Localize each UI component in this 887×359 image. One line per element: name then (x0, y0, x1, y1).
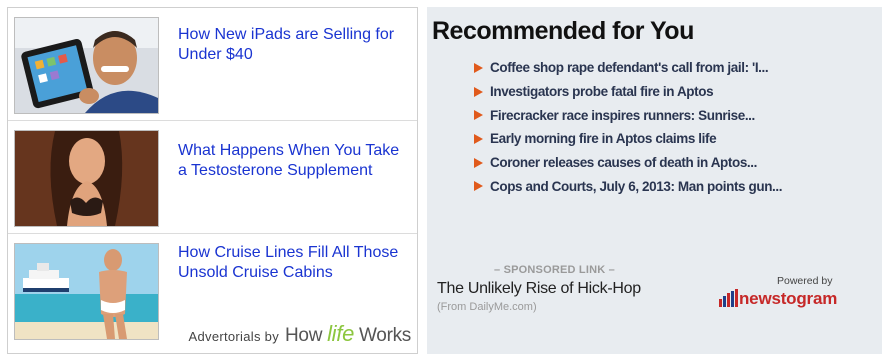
logo-text-works: Works (354, 325, 411, 346)
recommended-item[interactable]: Investigators probe fatal fire in Aptos (474, 80, 782, 104)
recommended-item[interactable]: Early morning fire in Aptos claims life (474, 127, 782, 151)
recommended-link[interactable]: Early morning fire in Aptos claims life (490, 131, 717, 146)
recommended-list: Coffee shop rape defendant's call from j… (474, 56, 782, 198)
recommended-link[interactable]: Firecracker race inspires runners: Sunri… (490, 108, 755, 123)
recommended-item[interactable]: Cops and Courts, July 6, 2013: Man point… (474, 174, 782, 198)
cruise-ad-image (15, 244, 158, 339)
bullet-arrow-icon (474, 133, 483, 144)
howlifeworks-logo[interactable]: How life Works (285, 321, 411, 347)
cruise-ad-link[interactable]: How Cruise Lines Fill All Those Unsold C… (178, 243, 408, 283)
bullet-arrow-icon (474, 110, 483, 121)
bullet-arrow-icon (474, 181, 483, 192)
recommended-link[interactable]: Coffee shop rape defendant's call from j… (490, 60, 769, 75)
advertorial-item[interactable]: How New iPads are Selling for Under $40 (8, 8, 417, 121)
bullet-arrow-icon (474, 62, 483, 73)
recommended-item[interactable]: Firecracker race inspires runners: Sunri… (474, 103, 782, 127)
ipad-ad-thumbnail[interactable] (14, 17, 159, 114)
advertorial-panel: How New iPads are Selling for Under $40 … (7, 7, 418, 354)
sponsored-label: – SPONSORED LINK – (494, 264, 615, 276)
testosterone-ad-image (15, 131, 158, 226)
recommended-item[interactable]: Coffee shop rape defendant's call from j… (474, 56, 782, 80)
ipad-ad-image (15, 18, 158, 113)
cruise-ad-thumbnail[interactable] (14, 243, 159, 340)
advertorials-credit[interactable]: Advertorials by How life Works (188, 321, 412, 347)
recommended-title: Recommended for You (432, 17, 694, 45)
logo-text-life: life (327, 321, 355, 346)
powered-by-label: Powered by (777, 275, 833, 287)
newstogram-logo[interactable]: Powered by newstogram (719, 275, 869, 315)
testosterone-ad-link[interactable]: What Happens When You Take a Testosteron… (178, 141, 408, 181)
testosterone-ad-thumbnail[interactable] (14, 130, 159, 227)
sponsored-source: (From DailyMe.com) (437, 301, 537, 313)
bullet-arrow-icon (474, 157, 483, 168)
advertorial-item[interactable]: What Happens When You Take a Testosteron… (8, 121, 417, 234)
recommended-link[interactable]: Investigators probe fatal fire in Aptos (490, 84, 714, 99)
sponsored-link[interactable]: The Unlikely Rise of Hick-Hop (437, 280, 641, 298)
credit-prefix: Advertorials by (188, 329, 279, 344)
recommended-link[interactable]: Coroner releases causes of death in Apto… (490, 155, 757, 170)
newstogram-mark-icon (719, 289, 738, 307)
bullet-arrow-icon (474, 86, 483, 97)
ipad-ad-link[interactable]: How New iPads are Selling for Under $40 (178, 25, 408, 65)
logo-text-how: How (285, 325, 328, 346)
recommended-item[interactable]: Coroner releases causes of death in Apto… (474, 151, 782, 175)
recommended-link[interactable]: Cops and Courts, July 6, 2013: Man point… (490, 179, 782, 194)
recommended-panel: Recommended for You Coffee shop rape def… (427, 7, 882, 354)
newstogram-brand: newstogram (739, 289, 838, 308)
